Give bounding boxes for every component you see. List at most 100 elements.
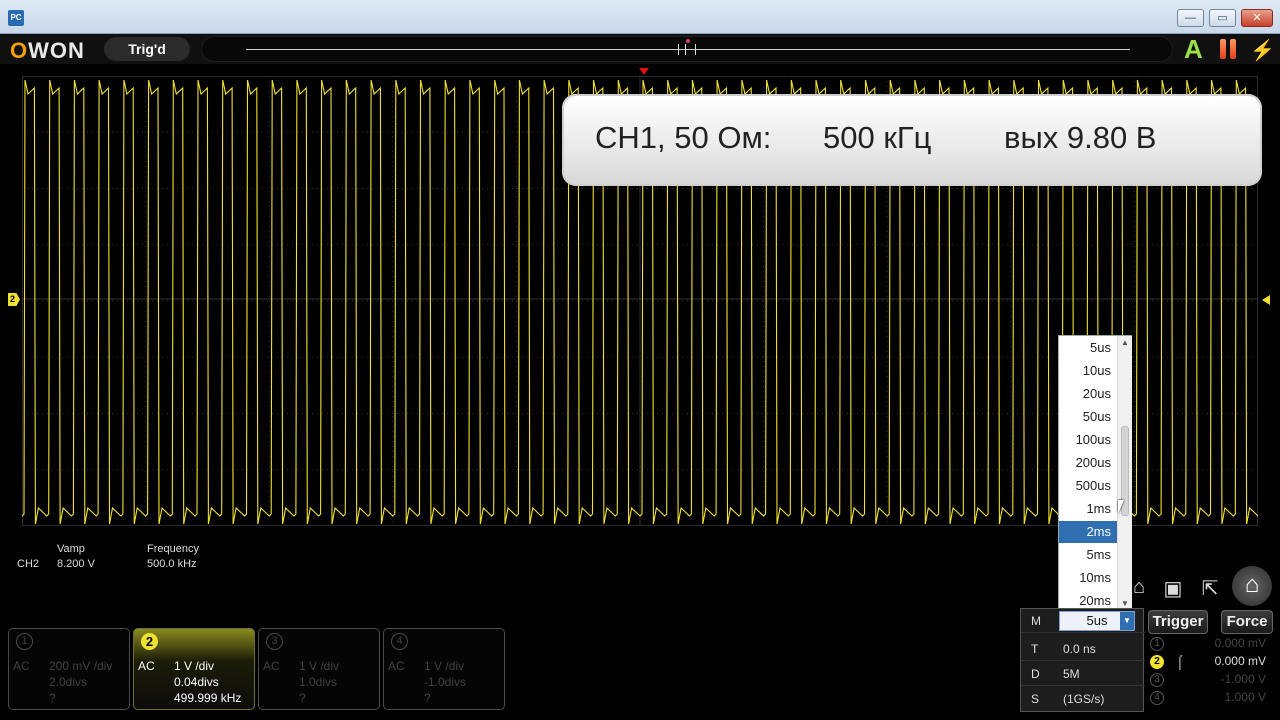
m-label: M	[1031, 614, 1041, 628]
trigger-level-row[interactable]: 2 ⌠ 0.000 mV	[1146, 654, 1274, 672]
channel-4-box[interactable]: 4 AC 1 V /div -1.0divs?	[383, 628, 505, 710]
rising-edge-icon[interactable]: ⌠	[1176, 654, 1184, 669]
trigger-level-value: 0.000 mV	[1214, 636, 1266, 650]
channel-number: 2	[141, 633, 158, 650]
d-value: 5M	[1063, 667, 1080, 681]
pause-icon[interactable]	[1219, 39, 1239, 59]
s-value: (1GS/s)	[1063, 692, 1105, 706]
t-label: T	[1031, 642, 1039, 656]
scroll-up-icon[interactable]: ▲	[1121, 338, 1129, 347]
export-icon[interactable]: ⇱	[1196, 576, 1224, 604]
trigger-position-dot	[686, 39, 690, 43]
channel-frequency: 499.999 kHz	[174, 691, 242, 705]
callout-channel: CH1, 50 Ом:	[595, 120, 772, 155]
channel-frequency: ?	[424, 691, 431, 705]
timebase-option[interactable]: 1ms	[1059, 498, 1117, 520]
trigger-level-marker[interactable]	[1262, 295, 1270, 305]
trigger-level-value: -1.000 V	[1220, 672, 1266, 686]
channel-coupling: AC	[138, 659, 155, 673]
trigger-level-row[interactable]: 4 1.000 V	[1146, 690, 1274, 708]
callout-frequency: 500 кГц	[823, 120, 932, 155]
chevron-down-icon[interactable]: ▼	[1120, 612, 1134, 630]
freq-label: Frequency	[147, 543, 199, 555]
depth-row[interactable]: D 5M	[1021, 662, 1145, 686]
trigger-level-value: 0.000 mV	[1214, 654, 1266, 668]
s-label: S	[1031, 692, 1040, 706]
amp-label: Vamp	[57, 543, 85, 555]
timebase-option[interactable]: 10ms	[1059, 567, 1117, 589]
channel-number: 4	[1150, 691, 1164, 705]
trigger-level-row[interactable]: 3 -1.000 V	[1146, 672, 1274, 690]
dropdown-scrollbar[interactable]: ▲ ▼	[1117, 336, 1132, 610]
timebase-option[interactable]: 500us	[1059, 475, 1117, 497]
trigger-position-marker[interactable]	[639, 68, 649, 75]
trigger-status: Trig'd	[104, 37, 190, 61]
trigger-level-row[interactable]: 1 0.000 mV	[1146, 636, 1274, 654]
channel-number: 3	[266, 633, 283, 650]
memory-position-bar[interactable]	[201, 36, 1173, 62]
meas-source: CH2	[17, 558, 40, 570]
owon-logo: OWON	[10, 38, 85, 63]
callout-output: вых 9.80 В	[1004, 120, 1157, 155]
channel-scale: 1 V /div	[299, 659, 340, 673]
trigger-levels: 1 0.000 mV 2 ⌠ 0.000 mV 3 -1.000 V 4 1.000 V	[1146, 636, 1274, 712]
timebase-option[interactable]: 20us	[1059, 383, 1117, 405]
horizontal-panel: M 5us ▼ T 0.0 ns D 5M S (1GS/s)	[1020, 608, 1145, 712]
title-bar: PC — ▭ ✕	[0, 0, 1280, 34]
timebase-option[interactable]: 5ms	[1059, 544, 1117, 566]
channel-3-box[interactable]: 3 AC 1 V /div 1.0divs?	[258, 628, 380, 710]
channel-offset: 2.0divs	[49, 675, 88, 689]
t-value: 0.0 ns	[1063, 642, 1096, 656]
channel-number: 3	[1150, 673, 1164, 687]
channel-coupling: AC	[13, 659, 30, 673]
channel-offset: -1.0divs	[424, 675, 467, 689]
measure-icon[interactable]: ⌂	[1128, 576, 1150, 604]
ch2-offset-marker[interactable]: 2	[8, 293, 20, 306]
app-icon: PC	[8, 10, 24, 26]
auto-icon[interactable]: A	[1184, 36, 1208, 62]
channel-offset: 1.0divs	[299, 675, 338, 689]
channel-1-box[interactable]: 1 AC 200 mV /div 2.0divs?	[8, 628, 130, 710]
measurement-readout: Vamp Frequency CH2 8.200 V 500.0 kHz	[0, 540, 400, 580]
timebase-option[interactable]: 200us	[1059, 452, 1117, 474]
close-button[interactable]: ✕	[1241, 9, 1273, 27]
channel-number: 1	[1150, 637, 1164, 651]
memory-window[interactable]	[678, 44, 696, 55]
channel-coupling: AC	[263, 659, 280, 673]
trigger-level-value: 1.000 V	[1224, 690, 1266, 704]
top-toolbar: OWON Trig'd A ⚡	[0, 34, 1280, 64]
trigger-button[interactable]: Trigger	[1148, 610, 1208, 634]
timebase-option[interactable]: 5us	[1059, 337, 1117, 359]
minimize-button[interactable]: —	[1177, 9, 1204, 27]
timebase-option[interactable]: 50us	[1059, 406, 1117, 428]
bolt-icon[interactable]: ⚡	[1250, 38, 1275, 63]
info-callout: CH1, 50 Ом: 500 кГц вых 9.80 В	[562, 94, 1262, 186]
channel-scale: 200 mV /div	[49, 659, 113, 673]
home-icon[interactable]: ⌂	[1232, 566, 1272, 606]
channel-frequency: ?	[49, 691, 56, 705]
timebase-select[interactable]: 5us ▼	[1059, 611, 1135, 631]
channel-offset: 0.04divs	[174, 675, 219, 689]
channel-scale: 1 V /div	[174, 659, 215, 673]
channel-coupling: AC	[388, 659, 405, 673]
timebase-value: 5us	[1086, 613, 1108, 628]
channel-frequency: ?	[299, 691, 306, 705]
channel-number: 1	[16, 633, 33, 650]
d-label: D	[1031, 667, 1040, 681]
timebase-option[interactable]: 2ms	[1059, 521, 1117, 543]
channel-scale: 1 V /div	[424, 659, 465, 673]
freq-value: 500.0 kHz	[147, 558, 197, 570]
timebase-option[interactable]: 10us	[1059, 360, 1117, 382]
channel-number: 2	[1150, 655, 1164, 669]
amp-value: 8.200 V	[57, 558, 95, 570]
timebase-row: M 5us ▼	[1021, 609, 1145, 633]
channel-2-box[interactable]: 2 AC 1 V /div 0.04divs 499.999 kHz	[133, 628, 255, 710]
save-icon[interactable]: ▣	[1160, 576, 1186, 604]
timebase-option[interactable]: 100us	[1059, 429, 1117, 451]
timebase-dropdown[interactable]: 5us 10us 20us 50us 100us 200us 500us 1ms 2ms 5ms 1…	[1058, 335, 1132, 611]
maximize-button[interactable]: ▭	[1209, 9, 1236, 27]
mouse-cursor	[1118, 500, 1124, 514]
time-offset-row[interactable]: T 0.0 ns	[1021, 637, 1145, 661]
sample-row: S (1GS/s)	[1021, 687, 1145, 711]
force-button[interactable]: Force	[1221, 610, 1273, 634]
